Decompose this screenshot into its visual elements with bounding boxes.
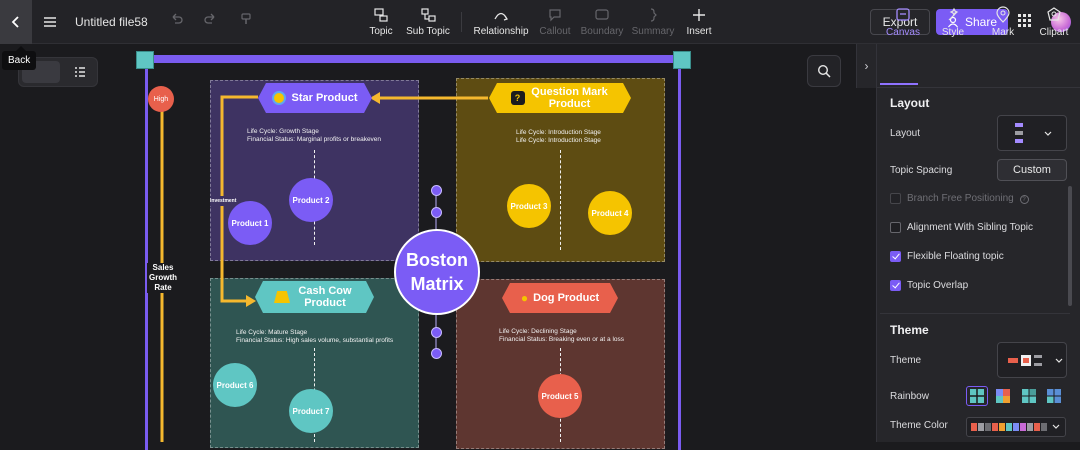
tab-clipart-label: Clipart (1039, 27, 1069, 38)
product-5-node[interactable]: Product 5 (538, 374, 582, 418)
layout-section-title: Layout (890, 96, 930, 110)
axis-high-label[interactable]: High (148, 86, 174, 112)
theme-color-swatch (1020, 423, 1026, 431)
topic-overlap-checkbox[interactable] (890, 280, 901, 291)
chevron-down-icon (1055, 358, 1063, 363)
layout-select[interactable] (997, 115, 1067, 151)
tab-style-label: Style (941, 27, 965, 38)
central-topic[interactable]: Boston Matrix (394, 229, 480, 315)
topic-spacing-custom-button[interactable]: Custom (997, 159, 1067, 181)
product-4-node[interactable]: Product 4 (588, 191, 632, 235)
theme-color-swatch (1013, 423, 1019, 431)
cashcow-title: Cash Cow Product (298, 285, 352, 309)
branch-dot[interactable] (431, 207, 442, 218)
investment-label[interactable]: Investment (210, 196, 237, 206)
theme-select[interactable] (997, 342, 1067, 378)
rainbow-option-4[interactable] (1043, 386, 1065, 406)
search-icon (817, 64, 831, 78)
question-financial: Life Cycle: Introduction Stage (516, 137, 601, 144)
branch-free-positioning-checkbox[interactable] (890, 193, 901, 204)
question-mark-topic[interactable]: ? Question Mark Product (489, 83, 631, 113)
sales-growth-rate-label[interactable]: Sales Growth Rate (147, 263, 179, 293)
theme-color-swatch (992, 423, 998, 431)
clipart-icon (1047, 7, 1061, 21)
active-tab-indicator (880, 83, 918, 85)
section-divider (880, 313, 1070, 314)
collapse-panel-button[interactable]: › (856, 44, 876, 88)
canvas-icon (896, 8, 910, 21)
tab-mark-label: Mark (991, 27, 1015, 38)
theme-color-swatch (999, 423, 1005, 431)
tab-style[interactable]: Style (930, 6, 976, 38)
dog-title: Dog Product (533, 292, 600, 304)
theme-section-title: Theme (890, 323, 929, 337)
rainbow-label: Rainbow (890, 391, 929, 402)
theme-color-swatch (978, 423, 984, 431)
mark-pin-icon (996, 6, 1010, 23)
chevron-right-icon: › (864, 59, 869, 73)
theme-color-label: Theme Color (890, 420, 948, 431)
alignment-sibling-label: Alignment With Sibling Topic (907, 222, 1033, 233)
layout-label: Layout (890, 128, 921, 139)
star-title: Star Product (291, 92, 358, 104)
dog-product-topic[interactable]: ● Dog Product (502, 283, 618, 313)
dog-icon: ● (520, 291, 529, 305)
flexible-floating-label: Flexible Floating topic (907, 251, 1004, 262)
theme-preview-icon (1008, 355, 1042, 366)
theme-color-swatch (1006, 423, 1012, 431)
panel-scrollbar[interactable] (1068, 186, 1072, 306)
search-button[interactable] (807, 55, 841, 87)
theme-color-swatch (985, 423, 991, 431)
rainbow-option-3[interactable] (1018, 386, 1040, 406)
help-icon[interactable]: ? (1019, 195, 1029, 204)
theme-color-swatch (971, 423, 977, 431)
theme-color-swatch (1041, 423, 1047, 431)
chevron-down-icon (1052, 424, 1060, 429)
tab-clipart[interactable]: Clipart (1031, 6, 1077, 38)
product-7-node[interactable]: Product 7 (289, 389, 333, 433)
tab-canvas-label: Canvas (886, 27, 920, 38)
topic-overlap-label: Topic Overlap (907, 280, 969, 291)
branch-dot[interactable] (431, 327, 442, 338)
gold-bars-icon (274, 291, 290, 303)
theme-label: Theme (890, 355, 922, 366)
tab-mark[interactable]: Mark (980, 6, 1026, 38)
question-icon: ? (511, 91, 525, 105)
branch-free-positioning-label: Branch Free Positioning ? (907, 193, 1029, 204)
star-financial: Financial Status: Marginal profits or br… (247, 136, 382, 143)
layout-preview-icon (1015, 123, 1023, 143)
alignment-sibling-checkbox[interactable] (890, 222, 901, 233)
outline-view-icon[interactable] (74, 66, 86, 80)
product-3-node[interactable]: Product 3 (507, 184, 551, 228)
branch-dot[interactable] (431, 348, 442, 359)
relationship-arrows (160, 92, 488, 442)
cashcow-financial: Financial Status: High sales volume, sub… (236, 337, 394, 344)
theme-color-select[interactable] (966, 417, 1066, 437)
back-tooltip: Back (2, 46, 37, 70)
rainbow-option-1[interactable] (966, 386, 988, 406)
dog-financial: Financial Status: Breaking even or at a … (499, 336, 625, 343)
cash-cow-topic[interactable]: Cash Cow Product (255, 281, 374, 313)
star-product-topic[interactable]: Star Product (258, 83, 372, 113)
style-icon (948, 7, 959, 21)
chevron-down-icon (1044, 131, 1052, 136)
theme-color-swatch (1034, 423, 1040, 431)
product-1-node[interactable]: Product 1 (228, 201, 272, 245)
tab-canvas[interactable]: Canvas (880, 6, 926, 38)
medal-icon (272, 91, 286, 105)
rainbow-option-2[interactable] (992, 386, 1014, 406)
question-title: Question Mark Product (531, 86, 608, 110)
topic-spacing-label: Topic Spacing (890, 165, 953, 176)
product-6-node[interactable]: Product 6 (213, 363, 257, 407)
theme-color-swatch (1027, 423, 1033, 431)
flexible-floating-checkbox[interactable] (890, 251, 901, 262)
branch-dot[interactable] (431, 185, 442, 196)
product-2-node[interactable]: Product 2 (289, 178, 333, 222)
panel-divider (876, 87, 1080, 88)
